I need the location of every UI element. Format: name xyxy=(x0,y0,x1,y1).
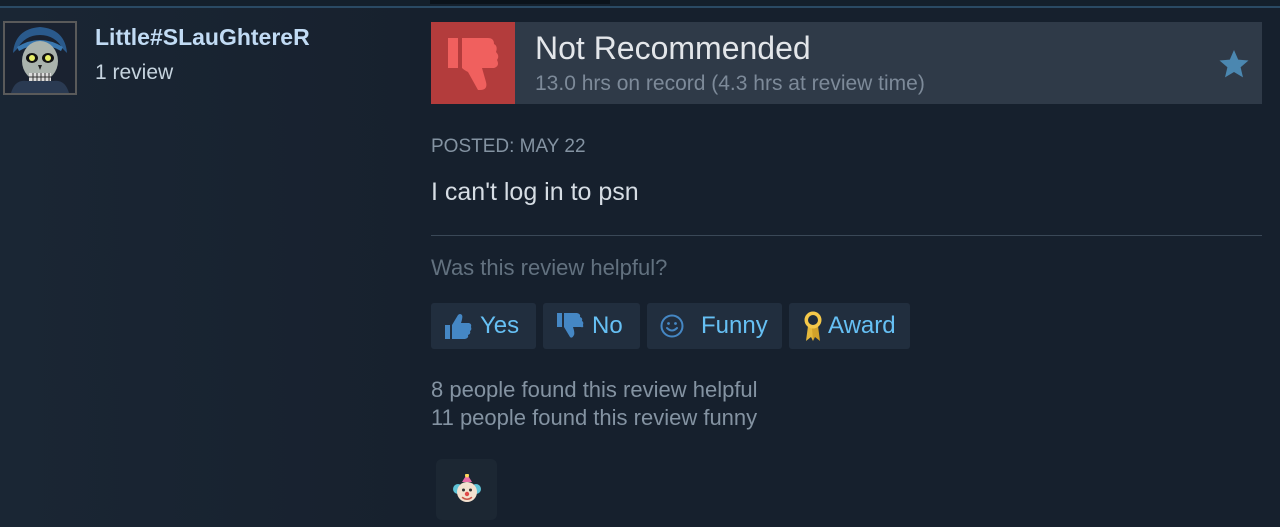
star-icon[interactable] xyxy=(1218,48,1250,80)
funny-count-text: 11 people found this review funny xyxy=(431,405,758,430)
avatar[interactable] xyxy=(3,21,77,95)
helpful-count-text: 8 people found this review helpful xyxy=(431,377,758,402)
review-card: Little#SLauGhtereR 1 review Not Recommen… xyxy=(0,8,1280,527)
received-award[interactable] xyxy=(436,459,497,520)
vote-no-label: No xyxy=(592,312,623,339)
thumbs-up-icon xyxy=(445,314,472,339)
award-label: Award xyxy=(828,312,896,339)
top-strip-shadow xyxy=(430,0,610,4)
ribbon-medal-icon xyxy=(804,311,822,341)
vote-no-button[interactable]: No xyxy=(543,303,640,349)
review-text: I can't log in to psn xyxy=(431,178,639,206)
verdict-badge xyxy=(431,22,515,104)
reviewer-name-link[interactable]: Little#SLauGhtereR xyxy=(95,24,310,51)
verdict-title: Not Recommended xyxy=(535,30,811,66)
award-button[interactable]: Award xyxy=(789,303,910,349)
thumbs-down-icon xyxy=(448,38,499,90)
thumbs-down-icon xyxy=(557,313,584,338)
vote-funny-label: Funny xyxy=(701,312,768,339)
divider xyxy=(431,235,1262,236)
top-strip xyxy=(0,0,1280,8)
skull-avatar-icon xyxy=(5,23,75,93)
vote-header[interactable]: Not Recommended 13.0 hrs on record (4.3 … xyxy=(431,22,1262,104)
vote-funny-button[interactable]: Funny xyxy=(647,303,782,349)
posted-date: POSTED: MAY 22 xyxy=(431,136,586,157)
helpful-question: Was this review helpful? xyxy=(431,255,668,280)
vote-yes-label: Yes xyxy=(480,312,520,339)
smiley-icon xyxy=(660,314,684,338)
reviewer-panel: Little#SLauGhtereR 1 review xyxy=(0,8,410,527)
playtime-hours: 13.0 hrs on record (4.3 hrs at review ti… xyxy=(535,72,925,95)
vote-yes-button[interactable]: Yes xyxy=(431,303,536,349)
reviewer-review-count-link[interactable]: 1 review xyxy=(95,61,173,85)
review-stats: 8 people found this review helpful 11 pe… xyxy=(431,376,758,432)
clown-face-icon xyxy=(452,473,481,502)
